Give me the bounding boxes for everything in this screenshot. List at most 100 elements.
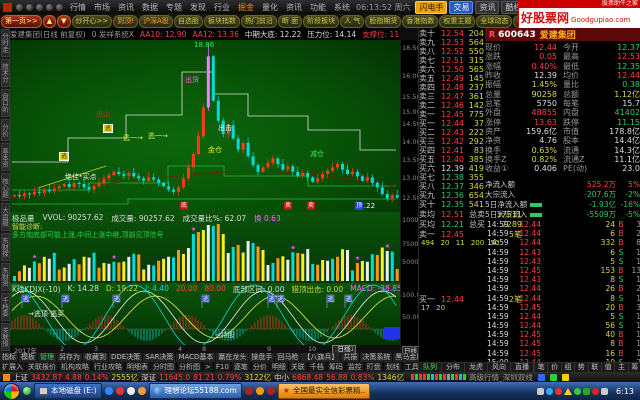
function-tab-12[interactable]: 明细 <box>270 362 289 372</box>
function-tab-17[interactable]: 盯盘 <box>365 362 384 372</box>
side-tab-3[interactable]: 盘口阶段 <box>1 89 10 117</box>
candlestick-chart[interactable]: 出山逃逃逃一→逃一→绝佳*买点出货18.86出击金仓减仓12.22底卖卖顶 <box>10 40 400 213</box>
template-tab-7[interactable]: SAR决策 <box>143 353 176 362</box>
market-tab-4[interactable]: 炒开心>> <box>72 15 113 28</box>
window-control-icon[interactable] <box>56 4 63 11</box>
taskbar-task-3[interactable]: ★全国最实全信彩票精.. <box>278 383 370 399</box>
time-and-sales[interactable]: 14:5912.4424B314:5912.446B214:5912.44332… <box>487 220 640 367</box>
queue-row[interactable]: 买五12.40385 <box>419 155 485 164</box>
menu-item-11[interactable]: 功能 <box>306 2 330 13</box>
window-control-icon[interactable] <box>36 4 43 11</box>
side-tab-6[interactable]: 核心题材 <box>1 173 10 201</box>
queue-row[interactable]: 卖五12.49145 <box>419 74 485 83</box>
tick-row[interactable]: 14:5912.4516B1 <box>487 349 640 358</box>
shortcut-icon[interactable] <box>127 387 135 395</box>
queue-row[interactable]: 卖八12.52550 <box>419 47 485 56</box>
status-mini-icon[interactable] <box>550 374 557 381</box>
function-tab-11[interactable]: 分价 <box>251 362 270 372</box>
quote-chartab-5[interactable]: 联 <box>588 363 601 372</box>
queue-row[interactable]: 卖四12.48237 <box>419 83 485 92</box>
shortcut-icon[interactable] <box>105 387 113 395</box>
market-tab-6[interactable]: 沪深A股 <box>139 15 173 28</box>
market-tab-16[interactable]: 全球动态 <box>476 15 512 28</box>
function-tab-5[interactable]: 明细表 <box>125 362 151 372</box>
function-tab-8[interactable]: > <box>203 362 214 372</box>
side-tab-2[interactable]: 技术分析 <box>1 59 10 87</box>
queue-row[interactable]: 卖一12.45775 <box>419 110 485 119</box>
quick-button-3[interactable]: 资讯 <box>475 1 499 14</box>
menu-item-8[interactable]: 掘金 <box>234 2 258 13</box>
tick-row[interactable]: 14:5912.4540B1 <box>487 330 640 339</box>
queue-row[interactable]: 买四12.4183 <box>419 146 485 155</box>
queue-row[interactable]: 卖九12.53564 <box>419 38 485 47</box>
market-tab-1[interactable]: 第一页>> <box>1 15 42 28</box>
tick-row[interactable]: 14:5912.44332B8 <box>487 238 640 247</box>
quote-tab-5[interactable]: 直播 <box>511 363 534 372</box>
template-tab-1[interactable]: 指标 <box>0 353 19 362</box>
menu-item-3[interactable]: 资讯 <box>114 2 138 13</box>
market-tab-7[interactable]: 自选股 <box>174 15 203 28</box>
queue-row[interactable]: 买二12.43222 <box>419 128 485 137</box>
shortcut-icon[interactable] <box>116 387 124 395</box>
side-tab-4[interactable]: 分价表 <box>1 119 10 141</box>
quote-chartab-1[interactable]: 笔 <box>534 363 547 372</box>
menu-item-5[interactable]: 专题 <box>162 2 186 13</box>
side-tab-7[interactable]: 大盘模拟 <box>1 203 10 231</box>
queue-row[interactable]: 买一12.4437 <box>419 119 485 128</box>
template-tab-6[interactable]: DDE决策 <box>109 353 143 362</box>
function-tab-19[interactable]: 工具 <box>403 362 418 372</box>
quick-launch-icon[interactable] <box>23 387 31 395</box>
start-button[interactable] <box>3 383 20 400</box>
queue-row[interactable]: 买十12.35541 <box>419 200 485 209</box>
template-tab-2[interactable]: 模板 <box>19 353 38 362</box>
side-tab-8[interactable]: 东财搜索 <box>1 233 10 261</box>
side-tab-1[interactable]: 分时走势 <box>1 29 10 57</box>
tray-icon[interactable] <box>537 388 544 395</box>
shortcut-icon[interactable] <box>138 387 146 395</box>
function-tab-1[interactable]: 扩展入 <box>0 362 26 372</box>
tray-icon[interactable] <box>555 388 562 395</box>
queue-row[interactable]: 买六12.39419 <box>419 164 485 173</box>
template-tab-12[interactable]: 【八旗兵】 <box>301 353 341 362</box>
volume-pane[interactable]: ★★★★★★ 极品量VVOL: 90257.62成交量: 90257.62成交量… <box>10 212 400 284</box>
template-tab-5[interactable]: 收藏到 <box>83 353 109 362</box>
queue-row[interactable]: 买七12.38355 <box>419 173 485 182</box>
queue-row[interactable]: 买三12.42292 <box>419 137 485 146</box>
template-tab-14[interactable]: 决策系统 <box>360 353 393 362</box>
menu-item-10[interactable]: 资讯 <box>282 2 306 13</box>
quote-tab-2[interactable]: 分布 <box>442 363 465 372</box>
window-control-icon[interactable] <box>26 4 33 11</box>
taskbar-task-1[interactable]: 本地磁盘 (E:) <box>34 383 102 399</box>
side-tab-9[interactable]: 东财资讯 <box>1 263 10 291</box>
shortcut-icon[interactable] <box>267 387 275 395</box>
status-mini-icon[interactable] <box>538 374 545 381</box>
market-tab-5[interactable]: 到顶! <box>113 15 138 28</box>
quote-chartab-6[interactable]: 值 <box>601 363 614 372</box>
quote-chartab-3[interactable]: 组 <box>561 363 574 372</box>
market-tab-11[interactable]: 阶段板块 <box>303 15 339 28</box>
function-tab-14[interactable]: 千档 <box>308 362 327 372</box>
menu-item-2[interactable]: 市场 <box>90 2 114 13</box>
function-tab-7[interactable]: 分析图 <box>177 362 203 372</box>
function-tab-10[interactable]: 逐笔 <box>232 362 251 372</box>
quick-button-2[interactable]: 交易 <box>449 1 473 14</box>
tray-icon[interactable] <box>601 388 608 395</box>
side-tab-5[interactable]: 基本资料 <box>1 143 10 171</box>
tray-icon[interactable] <box>564 388 572 395</box>
side-tab-11[interactable]: 关联报价 <box>1 323 10 351</box>
queue-row[interactable]: 卖三12.47361 <box>419 92 485 101</box>
market-tab-9[interactable]: 热门前沿 <box>241 15 277 28</box>
tick-row[interactable]: 14:5912.445S1 <box>487 312 640 321</box>
tick-row[interactable]: 14:5912.4426B2 <box>487 284 640 293</box>
taskbar-task-2[interactable]: 理想论坛55188.com <box>149 383 242 399</box>
queue-row[interactable]: 卖十12.54204 <box>419 29 485 38</box>
shortcut-icon[interactable] <box>245 387 253 395</box>
market-tab-8[interactable]: 板块指数 <box>204 15 240 28</box>
quote-tab-1[interactable]: 队列 <box>419 363 442 372</box>
function-tab-15[interactable]: 筹码 <box>327 362 346 372</box>
market-tab-15[interactable]: 权重主题 <box>439 15 475 28</box>
template-tab-10[interactable]: 操盘手 <box>249 353 275 362</box>
template-tab-4[interactable]: 另存为 <box>57 353 83 362</box>
tick-row[interactable]: 14:5912.436S1 <box>487 248 640 257</box>
stock-header[interactable]: R 600643 爱建集团 <box>485 28 640 41</box>
